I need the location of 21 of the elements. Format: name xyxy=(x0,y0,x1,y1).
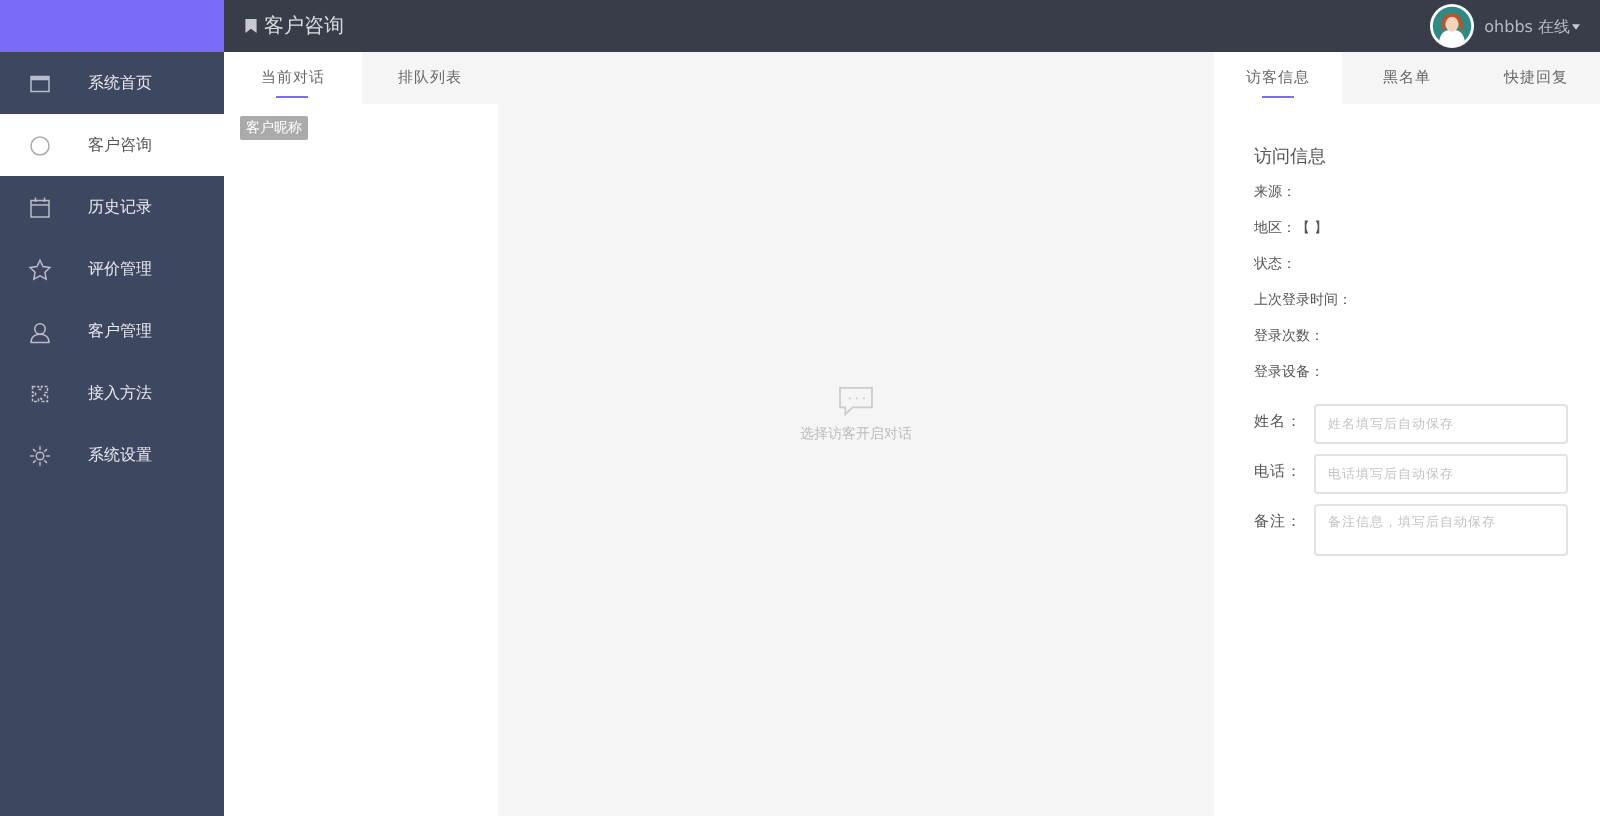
user-menu[interactable]: ohbbs 在线 xyxy=(1484,15,1580,37)
puzzle-icon xyxy=(28,381,52,405)
sidebar-item[interactable]: 评价管理 xyxy=(0,238,224,300)
page-title: 客户咨询 xyxy=(264,13,344,40)
avatar-icon xyxy=(1430,4,1475,48)
sidebar-item[interactable]: 历史记录 xyxy=(0,176,224,238)
chat-bubble-icon xyxy=(838,385,874,417)
sidebar-item[interactable]: 接入方法 xyxy=(0,362,224,424)
bookmark-icon xyxy=(244,18,258,34)
sidebar-item[interactable]: 客户管理 xyxy=(0,300,224,362)
circle-icon xyxy=(28,133,52,157)
calendar-icon xyxy=(28,195,52,219)
window-icon xyxy=(28,71,52,95)
user-icon xyxy=(28,319,52,343)
star-icon xyxy=(28,257,52,281)
sidebar-item[interactable]: 系统首页 xyxy=(0,52,224,114)
gear-icon xyxy=(28,443,52,467)
caret-icon xyxy=(1572,23,1580,29)
sidebar-item[interactable]: 系统设置 xyxy=(0,424,224,486)
section-heading: 访问信息 xyxy=(1254,145,1328,170)
sidebar-item[interactable]: 客户咨询 xyxy=(0,114,224,176)
